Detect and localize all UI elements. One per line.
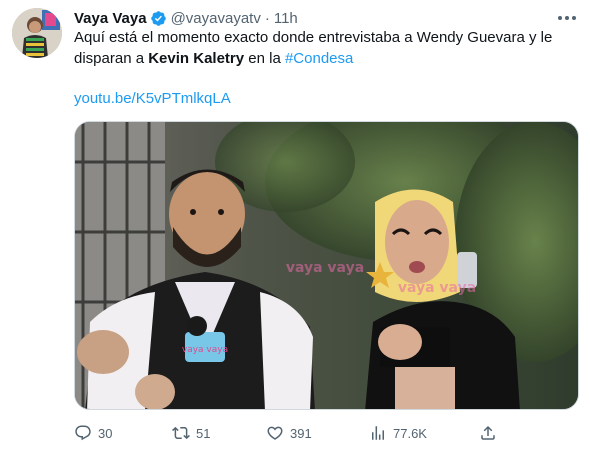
timestamp[interactable]: 11h [274, 10, 298, 27]
retweet-icon [172, 424, 190, 442]
tweet[interactable]: Vaya Vaya @vayavayatv · 11h Aquí está el… [0, 0, 590, 452]
tweet-text-bold: Kevin Kaletry [148, 50, 245, 67]
author-handle[interactable]: @vayavayatv [171, 10, 261, 27]
reply-button[interactable]: 30 [74, 424, 112, 442]
author-name[interactable]: Vaya Vaya [74, 10, 147, 27]
media-watermark-2: vaya vaya [398, 280, 476, 296]
views-count: 77.6K [393, 425, 427, 441]
tweet-media-image[interactable]: vaya vaya vaya vaya vaya vaya [74, 121, 579, 410]
media-watermark: vaya vaya [286, 260, 364, 276]
avatar[interactable] [12, 8, 62, 58]
reply-count: 30 [98, 425, 113, 441]
reply-icon [74, 424, 92, 442]
youtube-link[interactable]: youtu.be/K5vPTmlkqLA [74, 90, 231, 107]
mic-label: vaya vaya [182, 345, 228, 355]
more-icon[interactable] [558, 8, 576, 28]
views-button[interactable]: 77.6K [369, 424, 427, 442]
like-icon [266, 424, 284, 442]
separator-dot: · [264, 9, 270, 27]
share-button[interactable] [479, 424, 497, 442]
share-icon [479, 424, 497, 442]
tweet-text: Aquí está el momento exacto donde entrev… [74, 27, 579, 69]
action-bar: 30 51 391 77.6K [74, 424, 504, 444]
views-icon [369, 424, 387, 442]
tweet-header: Vaya Vaya @vayavayatv · 11h [74, 8, 298, 28]
like-count: 391 [290, 425, 312, 441]
tweet-text-mid: en la [244, 50, 285, 67]
hashtag-link[interactable]: #Condesa [285, 50, 353, 67]
retweet-button[interactable]: 51 [172, 424, 210, 442]
verified-badge-icon [150, 10, 167, 27]
retweet-count: 51 [196, 425, 211, 441]
like-button[interactable]: 391 [266, 424, 312, 442]
